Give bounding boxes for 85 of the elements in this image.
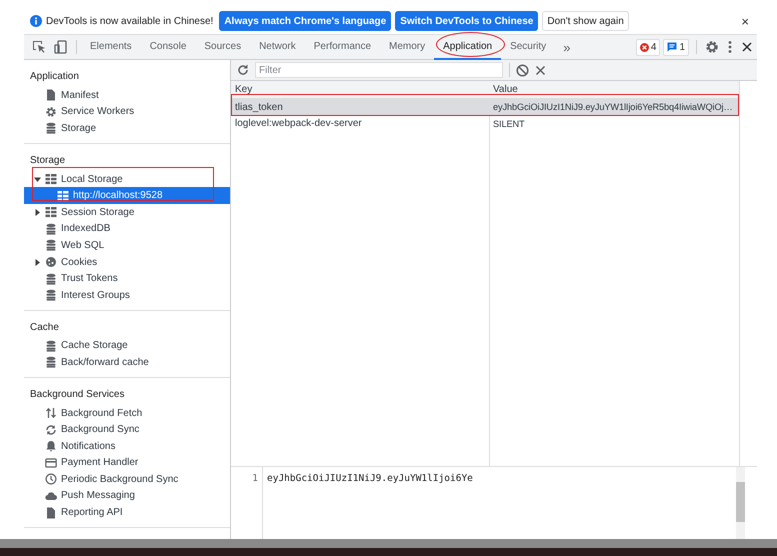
device-toolbar-icon[interactable]	[54, 40, 68, 54]
panel-tab[interactable]: Memory	[380, 35, 434, 60]
annotation-ellipse	[436, 32, 505, 57]
sidebar-item[interactable]: Interest Groups	[24, 286, 230, 304]
refresh-icon[interactable]	[237, 64, 249, 76]
expanded-arrow-icon[interactable]	[34, 176, 41, 183]
sidebar-item[interactable]: Local Storage	[24, 170, 230, 188]
database-icon	[45, 222, 57, 235]
info-message: DevTools is now available in Chinese!	[46, 16, 214, 26]
sidebar-item[interactable]: Service Workers	[24, 104, 230, 120]
table-row[interactable]: loglevel:webpack-dev-server SILENT	[231, 116, 739, 132]
clock-icon	[45, 473, 57, 486]
error-count-badge[interactable]: 4	[636, 38, 660, 56]
panel-tab[interactable]: Security	[501, 35, 556, 60]
panel-tab[interactable]: Performance	[304, 35, 380, 60]
up-down-arrows-icon	[45, 407, 57, 420]
panel-tab[interactable]: Sources	[195, 35, 250, 60]
clear-all-icon[interactable]	[516, 64, 529, 76]
message-icon	[667, 42, 678, 52]
database-icon	[45, 272, 57, 285]
card-icon	[45, 456, 57, 469]
value-preview-text: eyJhbGciOiJIUzI1NiJ9.eyJuYW1lIjoi6Ye	[266, 472, 474, 486]
document-icon	[45, 89, 57, 102]
table-row[interactable]: tlias_token eyJhbGciOiJIUzI1NiJ9.eyJuYW1lIjoi6YeR5bq4IiwiaWQiOj…	[231, 99, 739, 116]
sidebar-item[interactable]: Web SQL	[24, 237, 230, 254]
column-header[interactable]: Key	[231, 84, 489, 95]
panel-tab[interactable]: Elements	[81, 35, 141, 60]
section-title: Cache	[29, 320, 60, 335]
panel-tab[interactable]: Console	[140, 35, 196, 60]
sidebar-item[interactable]: IndexedDB	[24, 220, 230, 238]
filter-field[interactable]: Filter	[255, 62, 503, 78]
database-icon	[45, 239, 57, 252]
panel-tab[interactable]: Network	[250, 35, 305, 60]
sidebar-item[interactable]: Manifest	[24, 87, 230, 104]
document-icon	[45, 506, 57, 519]
sidebar-item[interactable]: Background Fetch	[24, 404, 230, 422]
gear-icon	[45, 106, 57, 118]
section-title: Storage	[29, 154, 66, 168]
grid-icon	[57, 190, 69, 202]
sidebar-item[interactable]: Notifications	[24, 438, 230, 454]
sidebar-item[interactable]: Push Messaging	[24, 488, 230, 504]
grid-icon	[45, 206, 57, 218]
sidebar-item[interactable]: Payment Handler	[24, 454, 230, 472]
scrollbar[interactable]	[736, 467, 745, 539]
primary-button[interactable]: Switch DevTools to Chinese	[395, 11, 538, 31]
primary-button[interactable]: Always match Chrome's language	[219, 11, 392, 31]
close-icon[interactable]	[741, 41, 753, 53]
cloud-icon	[45, 490, 57, 502]
sidebar-item[interactable]: Trust Tokens	[24, 270, 230, 287]
sync-icon	[45, 424, 57, 436]
more-tabs-button[interactable]: »	[555, 35, 578, 59]
sidebar-item[interactable]: Reporting API	[24, 504, 230, 521]
database-icon	[45, 289, 57, 302]
delete-icon[interactable]	[535, 64, 546, 76]
database-icon	[45, 122, 57, 134]
sidebar-item[interactable]: Periodic Background Sync	[24, 471, 230, 488]
sidebar-item[interactable]: Back/forward cache	[24, 354, 230, 371]
sidebar-item[interactable]: Background Sync	[24, 421, 230, 438]
table-cell-text: loglevel:webpack-dev-server	[234, 118, 363, 130]
close-button[interactable]: ×	[741, 14, 751, 28]
inspect-element-icon[interactable]	[32, 40, 46, 54]
table-cell-text: tlias_token	[234, 102, 284, 113]
info-icon	[30, 15, 42, 27]
sidebar-item[interactable]: Cookies	[24, 254, 230, 270]
grid-icon	[45, 173, 57, 186]
sidebar-item[interactable]: Session Storage	[24, 204, 230, 221]
error-icon	[640, 42, 649, 52]
sidebar-item[interactable]: Cache Storage	[24, 338, 230, 354]
message-count-badge[interactable]: 1	[663, 38, 689, 56]
sidebar-item[interactable]: http://localhost:9528	[24, 187, 230, 204]
section-title: Background Services	[29, 388, 126, 402]
column-header[interactable]: Value	[489, 84, 739, 95]
bell-icon	[45, 440, 57, 452]
more-options-icon[interactable]	[727, 40, 733, 54]
table-cell-text: SILENT	[492, 118, 526, 129]
settings-icon[interactable]	[705, 40, 719, 54]
collapsed-arrow-icon[interactable]	[34, 258, 41, 266]
dismiss-button[interactable]: Don't show again	[542, 11, 629, 31]
database-icon	[45, 356, 57, 368]
sidebar-item[interactable]: Storage	[24, 120, 230, 137]
section-title: Application	[29, 70, 80, 84]
table-cell-text: eyJhbGciOiJIUzI1NiJ9.eyJuYW1lIjoi6YeR5bq4IiwiaWQiOj…	[492, 102, 734, 112]
collapsed-arrow-icon[interactable]	[34, 208, 41, 216]
database-icon	[45, 340, 57, 352]
cookie-icon	[45, 256, 57, 268]
